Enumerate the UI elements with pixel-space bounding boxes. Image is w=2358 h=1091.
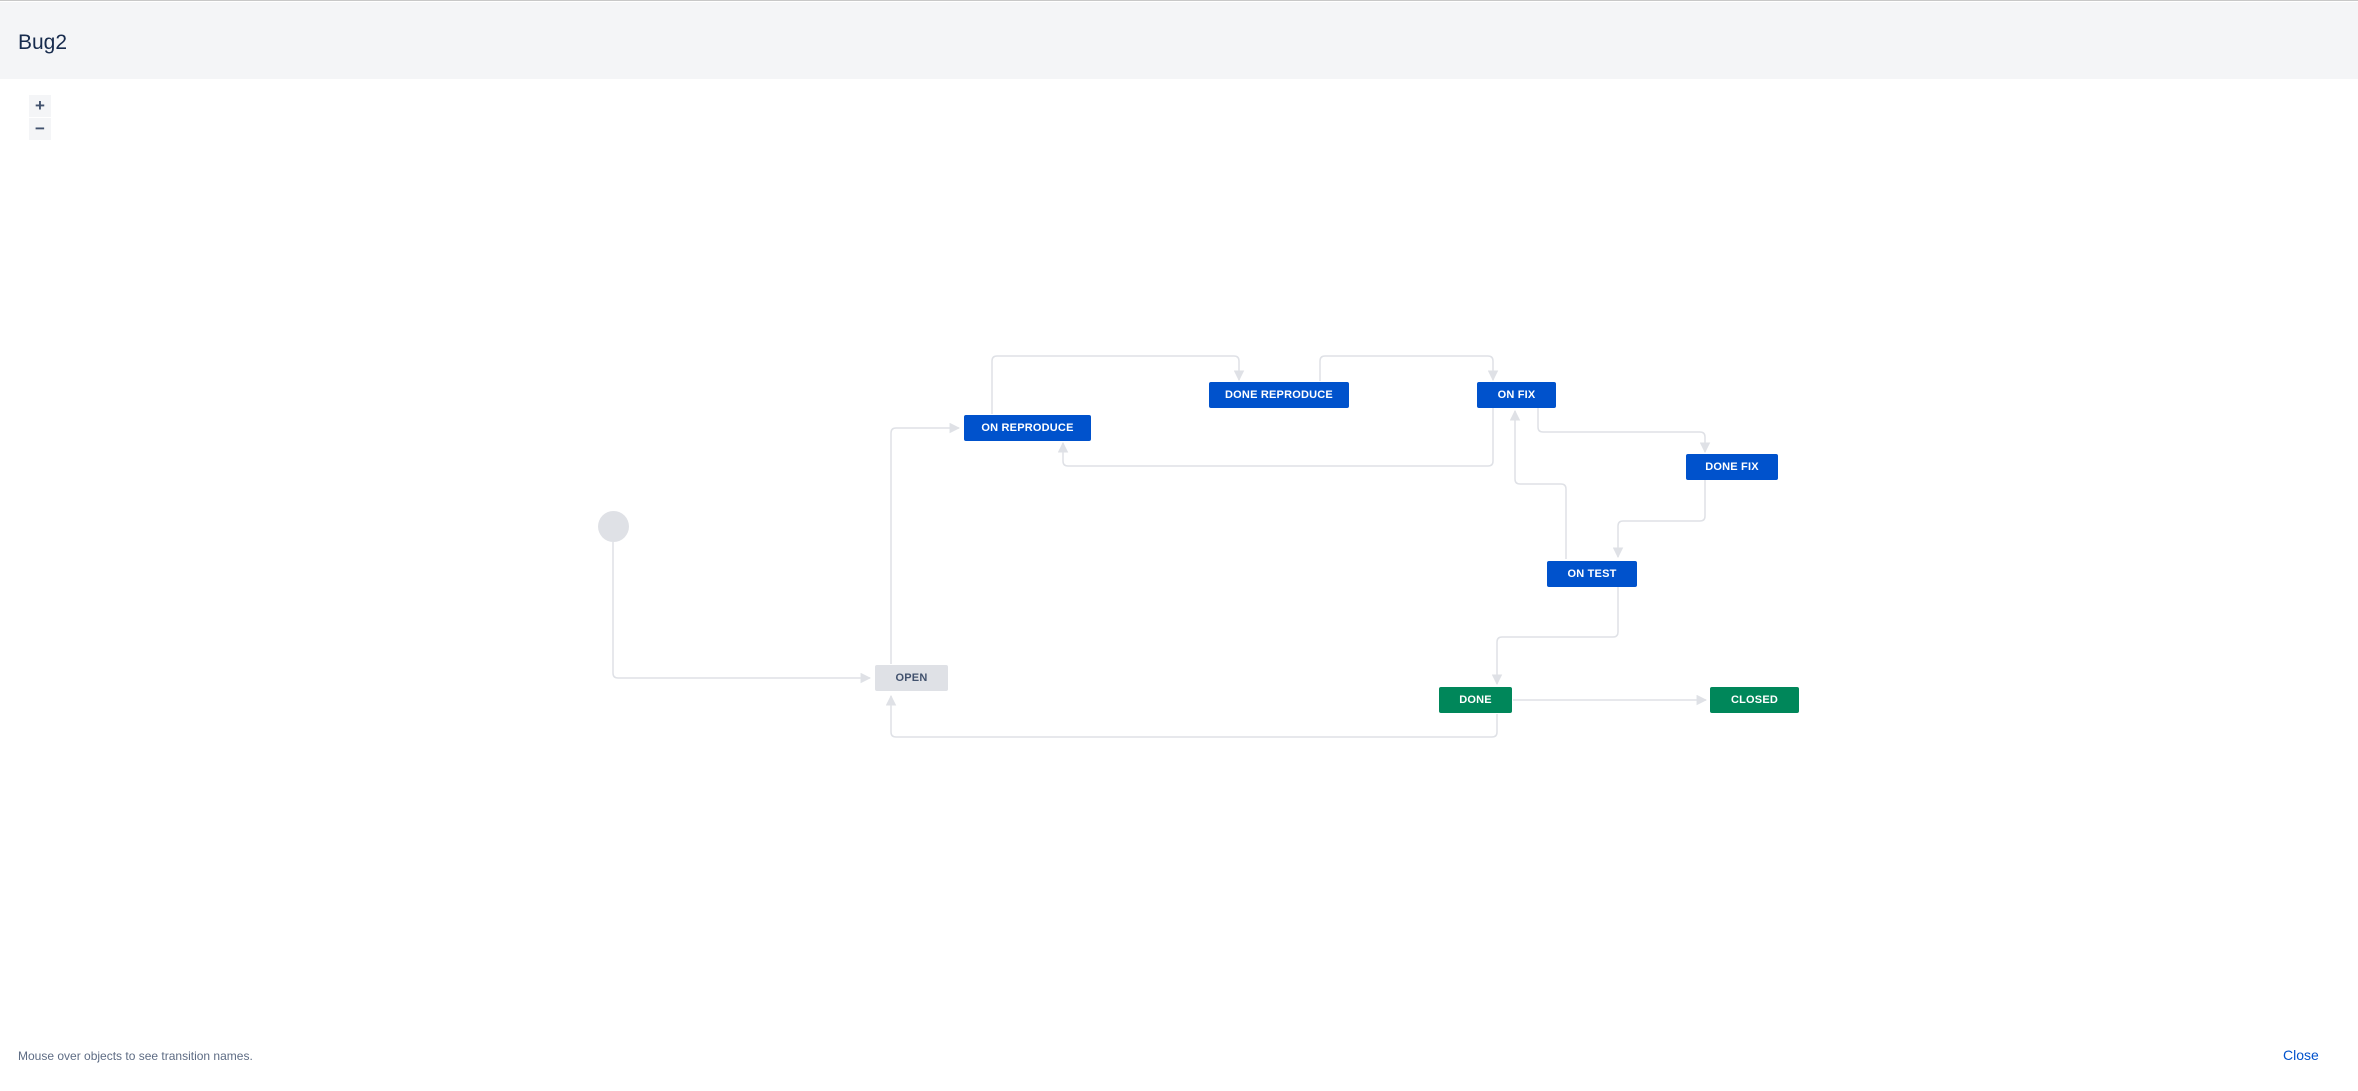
transition-connectors	[612, 355, 1711, 738]
status-closed[interactable]: CLOSED	[1710, 687, 1799, 713]
transition-on-fix-on-reproduce[interactable]	[1057, 407, 1494, 467]
transition-done-reproduce-on-fix[interactable]	[1319, 355, 1499, 382]
transition-on-test-on-fix[interactable]	[1509, 409, 1567, 559]
transition-open-on-reproduce[interactable]	[890, 422, 961, 664]
status-on-test[interactable]: ON TEST	[1547, 561, 1637, 587]
transition-done-fix-on-test[interactable]	[1612, 479, 1706, 559]
initial-state-circle	[598, 511, 629, 542]
close-link[interactable]: Close	[2283, 1047, 2319, 1063]
transition-on-fix-done-fix[interactable]	[1537, 407, 1711, 454]
status-open[interactable]: OPEN	[875, 665, 948, 691]
status-done-reproduce[interactable]: DONE REPRODUCE	[1209, 382, 1349, 408]
status-on-fix[interactable]: ON FIX	[1477, 382, 1556, 408]
transition-start-open[interactable]	[612, 542, 872, 684]
status-on-reproduce[interactable]: ON REPRODUCE	[964, 415, 1091, 441]
transition-done-open[interactable]	[885, 694, 1498, 738]
status-done[interactable]: DONE	[1439, 687, 1512, 713]
transition-on-reproduce-done-reproduce[interactable]	[991, 355, 1245, 414]
transition-on-test-done[interactable]	[1491, 587, 1619, 686]
status-done-fix[interactable]: DONE FIX	[1686, 454, 1778, 480]
workflow-viewer: Bug2 + − OPEN ON REPRODUCE DONE REPRODUC…	[0, 0, 2358, 1091]
hover-hint-text: Mouse over objects to see transition nam…	[18, 1049, 253, 1063]
